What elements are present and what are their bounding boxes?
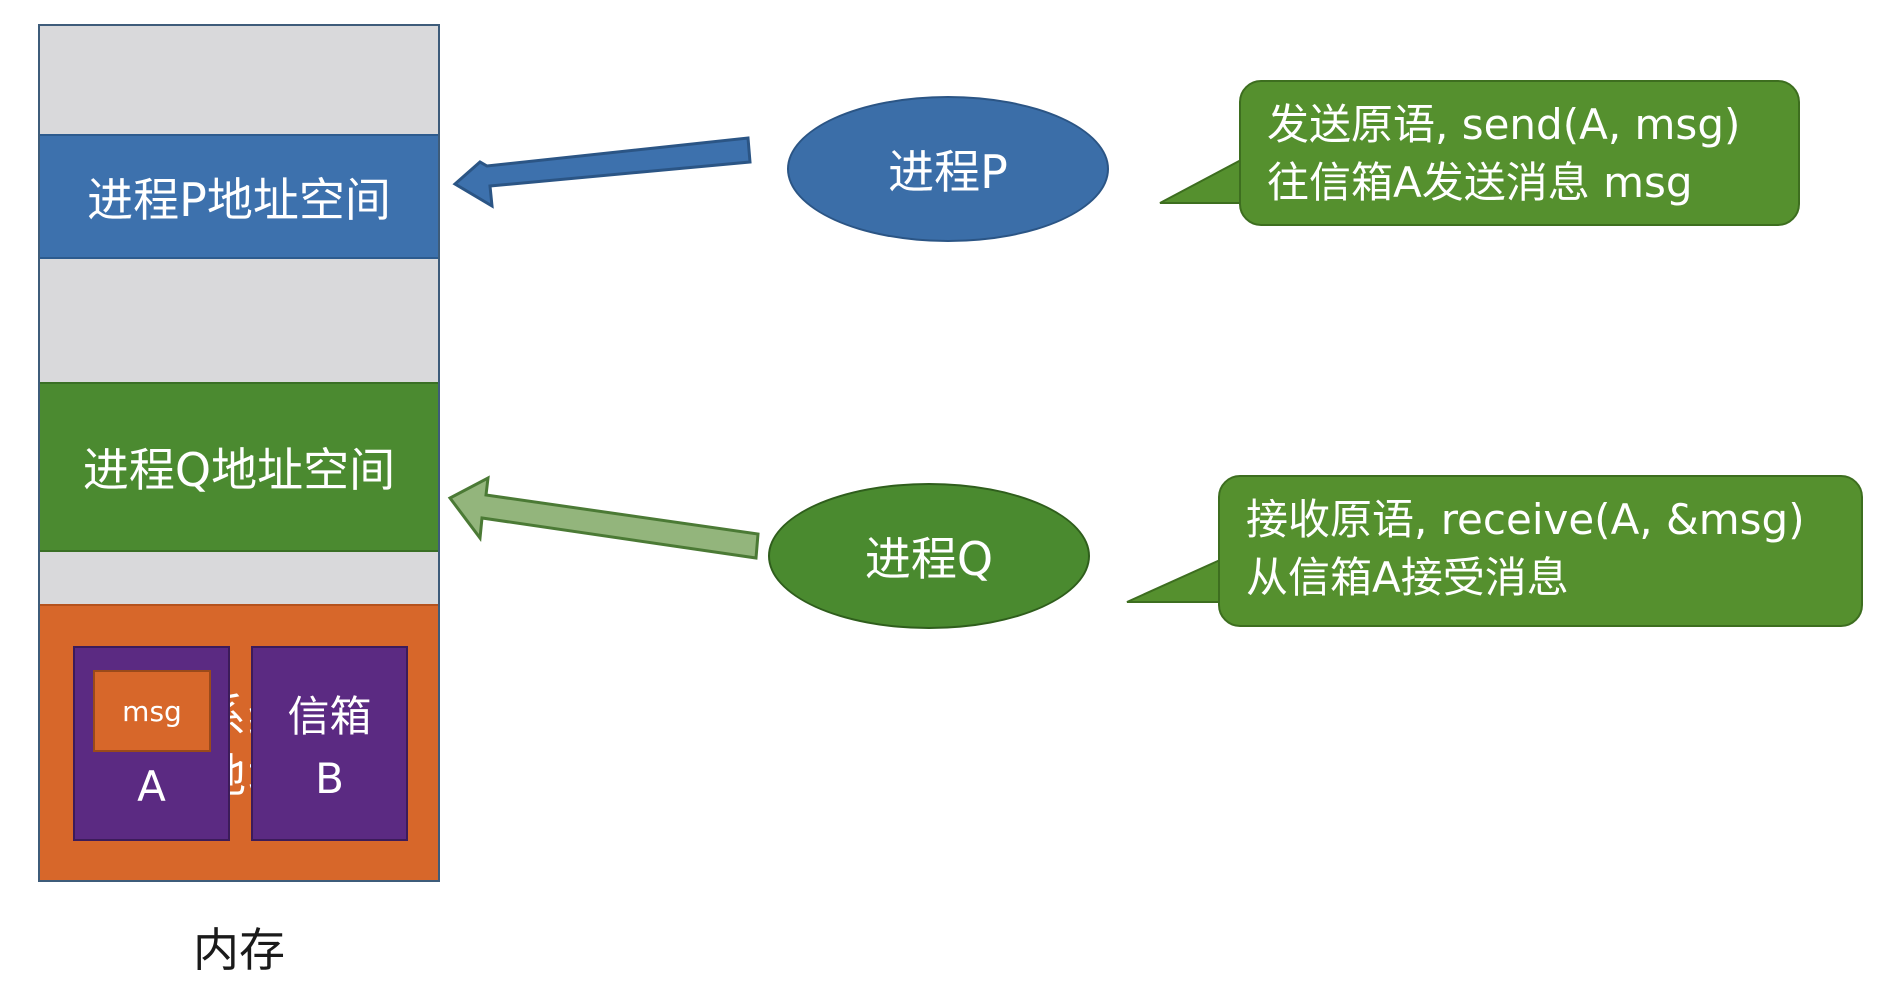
process-p-node: 进程P: [787, 96, 1109, 242]
send-callout-line2: 往信箱A发送消息 msg: [1267, 158, 1693, 207]
process-q-node: 进程Q: [768, 483, 1090, 629]
callout-tail-send: [1159, 158, 1245, 204]
send-primitive-callout: 发送原语, send(A, msg) 往信箱A发送消息 msg: [1239, 80, 1800, 226]
arrow-p-to-memory: [452, 136, 752, 209]
receive-callout-line2: 从信箱A接受消息: [1246, 553, 1569, 602]
receive-primitive-callout: 接收原语, receive(A, &msg) 从信箱A接受消息: [1218, 475, 1863, 627]
receive-callout-line1: 接收原语, receive(A, &msg): [1246, 495, 1805, 544]
callout-tail-receive: [1126, 558, 1224, 603]
arrow-q-to-memory: [447, 475, 760, 560]
send-callout-line1: 发送原语, send(A, msg): [1267, 100, 1741, 149]
